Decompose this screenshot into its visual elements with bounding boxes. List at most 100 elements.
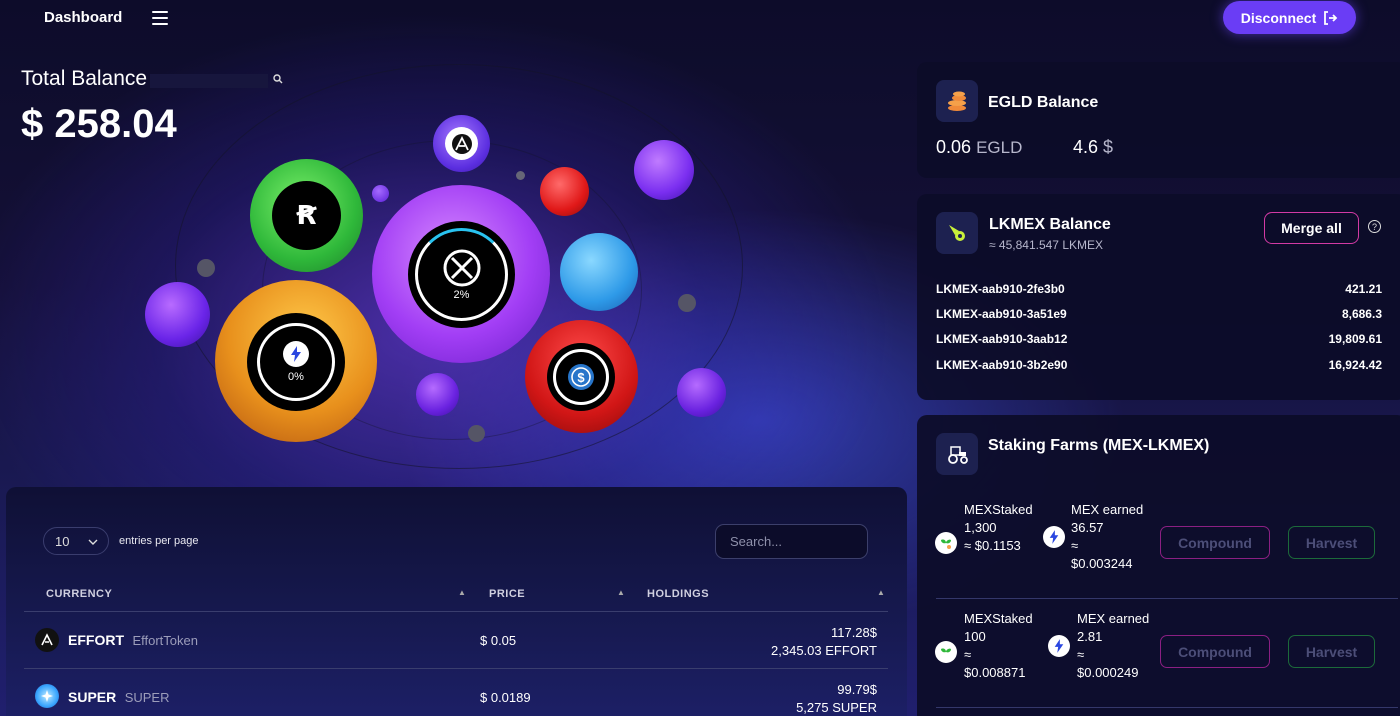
bubble-mex-token[interactable]: 0% <box>215 280 377 442</box>
bubble-usdc-token[interactable]: $ <box>525 320 638 433</box>
farm-staked-label: MEXStaked <box>964 502 1033 517</box>
harvest-button[interactable]: Harvest <box>1288 635 1375 668</box>
currency-sub: SUPER <box>124 690 170 705</box>
tractor-icon <box>936 433 978 475</box>
bubble-ref-token[interactable]: Ꞧ <box>250 159 363 272</box>
holdings-usd: 117.28$ <box>830 625 877 640</box>
balance-mask <box>150 74 268 88</box>
farm-earned: MEX earned 36.57 ≈ $0.003244 <box>1071 501 1143 573</box>
bubble-small-purple[interactable] <box>372 185 389 202</box>
holdings-table-card <box>6 487 907 716</box>
search-icon[interactable] <box>273 74 283 87</box>
sort-icon[interactable]: ▲ <box>877 588 885 597</box>
help-icon[interactable]: ? <box>1368 220 1381 233</box>
lkmex-row-value: 19,809.61 <box>1328 332 1382 346</box>
entries-per-page-label: entries per page <box>119 535 199 547</box>
egld-title: EGLD Balance <box>988 94 1099 111</box>
farm-earned-approx: ≈ <box>1071 538 1079 553</box>
lkmex-row-name: LKMEX-aab910-3a51e9 <box>936 307 1067 321</box>
ref-token-icon: Ꞧ <box>296 200 317 230</box>
staking-farms-title: Staking Farms (MEX-LKMEX) <box>988 437 1210 454</box>
staking-farms-card: Staking Farms (MEX-LKMEX) MEXStaked 1,30… <box>917 415 1400 716</box>
holdings-amount: 5,275 SUPER <box>796 700 877 715</box>
farm-staked-amount: 100 <box>964 629 986 644</box>
farm-staked: MEXStaked 100 ≈ $0.008871 <box>964 610 1033 682</box>
entries-value: 10 <box>55 533 70 549</box>
table-row[interactable]: EFFORT EffortToken <box>68 632 198 650</box>
farm-divider <box>936 707 1398 708</box>
table-row[interactable]: SUPER SUPER <box>68 689 169 707</box>
bolt-icon <box>1043 526 1065 548</box>
currency-name: EFFORT <box>68 632 124 648</box>
farm-earned-label: MEX earned <box>1071 502 1144 517</box>
farm-earned-label: MEX earned <box>1077 611 1150 626</box>
farm-staked-approx: ≈ <box>964 647 972 662</box>
lkmex-row-value: 8,686.3 <box>1341 307 1382 321</box>
center-token-percent: 2% <box>453 289 470 301</box>
egld-amount: 0.06 <box>936 137 972 157</box>
sort-icon[interactable]: ▲ <box>458 588 466 597</box>
farm-earned: MEX earned 2.81 ≈ $0.000249 <box>1077 610 1149 682</box>
bubble-purple-left[interactable] <box>145 282 210 347</box>
lkmex-row-name: LKMEX-aab910-2fe3b0 <box>936 282 1065 296</box>
compound-button[interactable]: Compound <box>1160 635 1270 668</box>
lkmex-row-name: LKMEX-aab910-3aab12 <box>936 332 1068 346</box>
bubble-purple-top-right[interactable] <box>634 140 694 200</box>
bubble-red[interactable] <box>540 167 589 216</box>
holdings-cell: 117.28$ 2,345.03 EFFORT <box>771 624 877 660</box>
total-balance-label: Total Balance <box>21 67 148 90</box>
compound-button[interactable]: Compound <box>1160 526 1270 559</box>
column-header-currency[interactable]: CURRENCY <box>46 588 112 600</box>
column-header-price[interactable]: PRICE <box>489 588 525 600</box>
farm-earned-approx: ≈ <box>1077 647 1085 662</box>
lkmex-row-name: LKMEX-aab910-3b2e90 <box>936 358 1068 372</box>
egld-usd-group: 4.6 $ <box>1073 137 1113 158</box>
farm-earned-amount: 2.81 <box>1077 629 1103 644</box>
lkmex-row-value: 421.21 <box>1345 282 1382 296</box>
egld-usd-unit: $ <box>1103 137 1114 157</box>
super-token-icon <box>35 684 59 708</box>
bubble-blue[interactable] <box>560 233 638 311</box>
coins-icon <box>936 80 978 122</box>
harvest-button[interactable]: Harvest <box>1288 526 1375 559</box>
bolt-icon <box>1048 635 1070 657</box>
effort-token-icon <box>451 133 472 154</box>
holdings-usd: 99.79$ <box>837 682 877 697</box>
price-cell: $ 0.0189 <box>480 690 531 705</box>
sprout-icon <box>935 532 957 554</box>
farm-staked-usd: ≈ $0.1153 <box>964 538 1021 553</box>
logout-icon <box>1324 10 1338 25</box>
bubble-center-token[interactable]: 2% <box>372 185 550 363</box>
bubble-gray <box>678 294 696 312</box>
farm-staked: MEXStaked 1,300 ≈ $0.1153 <box>964 501 1033 555</box>
bubble-gray <box>468 425 485 442</box>
sort-icon[interactable]: ▲ <box>617 588 625 597</box>
bubble-purple-bottom[interactable] <box>416 373 459 416</box>
table-search-input[interactable]: Search... <box>715 524 868 559</box>
lkmex-total: ≈ 45,841.547 LKMEX <box>989 238 1103 252</box>
lkmex-card: LKMEX Balance ≈ 45,841.547 LKMEX Merge a… <box>917 194 1400 400</box>
bubble-effort-token[interactable] <box>433 115 490 172</box>
farm-staked-usd: $0.008871 <box>964 665 1026 680</box>
merge-all-button[interactable]: Merge all <box>1264 212 1359 244</box>
farm-staked-amount: 1,300 <box>964 520 997 535</box>
disconnect-button[interactable]: Disconnect <box>1223 1 1356 34</box>
dashboard-title[interactable]: Dashboard <box>44 9 122 26</box>
egld-amount-group: 0.06 EGLD <box>936 137 1022 158</box>
effort-token-icon <box>35 628 59 652</box>
disconnect-label: Disconnect <box>1240 9 1317 26</box>
egld-unit: EGLD <box>976 138 1023 157</box>
farm-staked-label: MEXStaked <box>964 611 1033 626</box>
column-header-holdings[interactable]: HOLDINGS <box>647 588 709 600</box>
entries-per-page-select[interactable]: 10 <box>43 527 109 555</box>
currency-sub: EffortToken <box>132 633 198 648</box>
bubble-gray <box>516 171 525 180</box>
row-divider <box>24 668 888 669</box>
sprout-icon <box>935 641 957 663</box>
egld-usd: 4.6 <box>1073 137 1099 157</box>
farm-earned-usd: $0.003244 <box>1071 556 1133 571</box>
chevron-down-icon <box>88 539 98 545</box>
table-header-divider <box>24 611 888 612</box>
bubble-purple-right[interactable] <box>677 368 726 417</box>
menu-icon[interactable] <box>152 11 168 25</box>
